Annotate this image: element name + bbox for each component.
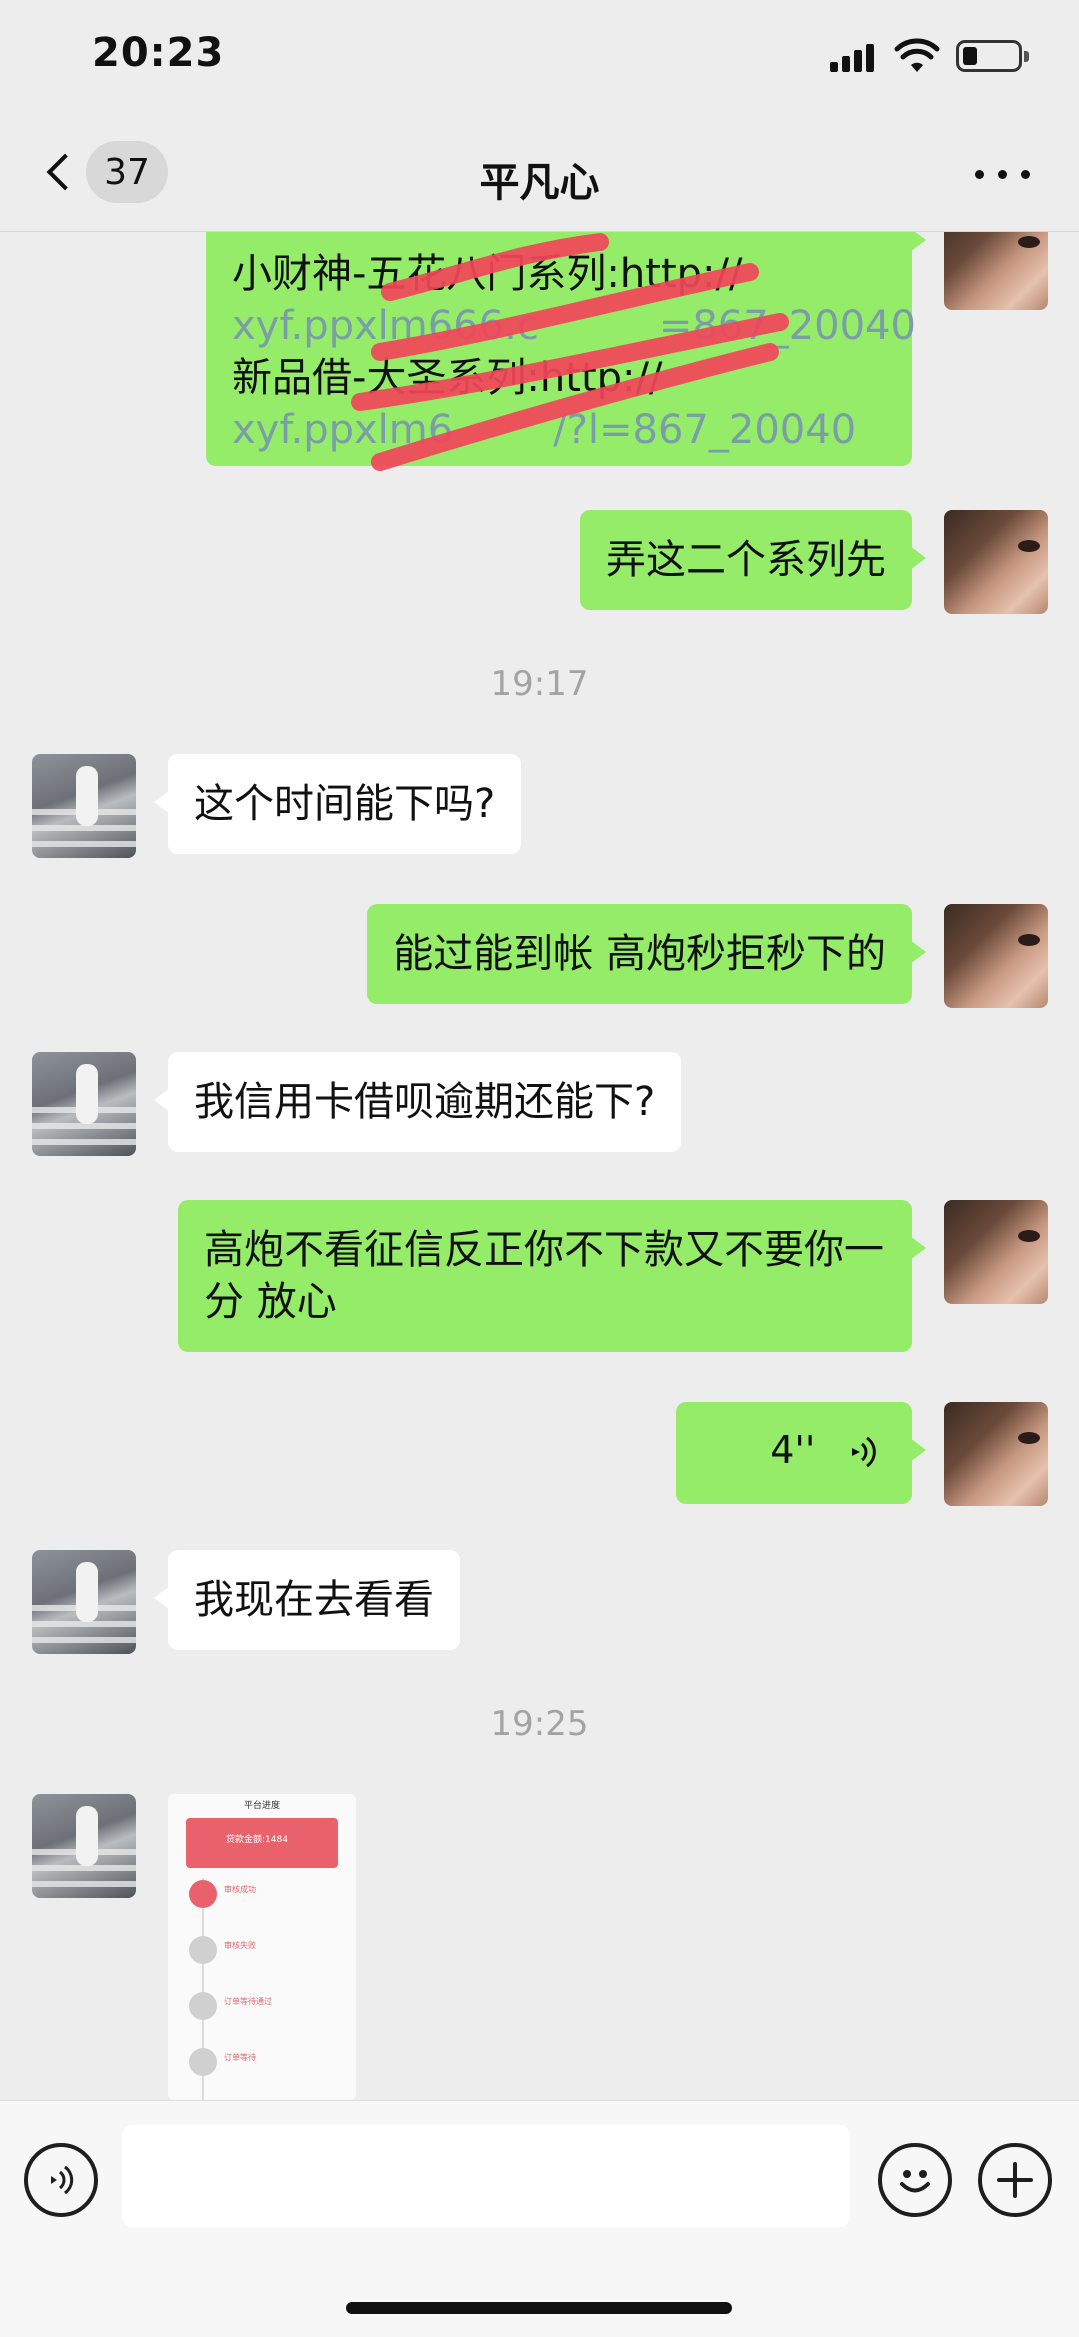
image-step: 审核失败 — [224, 1941, 256, 1950]
message-line: 小财神-五花八门系列:http:// — [232, 251, 743, 297]
voice-message-bubble[interactable]: 4'' — [676, 1402, 926, 1504]
voice-duration: 4'' — [770, 1428, 816, 1472]
image-card: 贷款金额:1484 — [186, 1818, 338, 1868]
message-link[interactable]: =867_20040 — [659, 303, 916, 349]
wifi-icon — [894, 38, 940, 72]
message-line: xyf.ppxlm666.c =867_20040 — [232, 300, 916, 352]
message-bubble-other[interactable]: 我信用卡借呗逾期还能下? — [153, 1052, 682, 1152]
message-bubble-me[interactable]: 高炮不看征信反正你不下款又不要你一分 放心 — [178, 1200, 926, 1352]
my-avatar[interactable] — [944, 904, 1048, 1008]
nav-bar: 37 平凡心 — [0, 120, 1079, 232]
home-indicator[interactable] — [346, 2302, 732, 2314]
my-avatar[interactable] — [944, 1200, 1048, 1304]
contact-avatar[interactable] — [32, 1550, 136, 1654]
message-bubble-me[interactable]: 小财神-五花八门系列:http:// xyf.ppxlm666.c =867_20… — [206, 232, 926, 466]
step-doc-icon — [189, 2048, 217, 2076]
timestamp: 19:25 — [490, 1704, 589, 1744]
image-title: 平台进度 — [243, 1801, 280, 1811]
image-card-text: 贷款金额:1484 — [226, 1835, 288, 1845]
step-cross-icon — [189, 1936, 217, 1964]
image-message[interactable]: 平台进度 贷款金额:1484 审核成功 审核失败 订单等待通过 订单等待 — [168, 1794, 356, 2100]
my-avatar[interactable] — [944, 510, 1048, 614]
chat-title: 平凡心 — [479, 160, 600, 206]
smiley-icon — [900, 2170, 930, 2193]
message-input[interactable] — [122, 2125, 850, 2227]
message-link[interactable]: /?l=867_20040 — [553, 407, 856, 453]
voice-input-button[interactable] — [24, 2143, 98, 2217]
timestamp: 19:17 — [490, 664, 589, 704]
message-link[interactable]: xyf.ppxlm666.c — [232, 303, 539, 349]
plus-icon — [997, 2162, 1033, 2198]
image-step: 订单等待通过 — [224, 1997, 272, 2006]
contact-avatar[interactable] — [32, 754, 136, 858]
message-bubble-other[interactable]: 我现在去看看 — [154, 1550, 460, 1650]
emoji-button[interactable] — [878, 2143, 952, 2217]
battery-icon — [956, 40, 1029, 72]
status-bar: 20:23 — [0, 0, 1079, 120]
voice-wave-icon — [852, 1436, 876, 1468]
more-actions-button[interactable] — [978, 2143, 1052, 2217]
my-avatar[interactable] — [944, 1402, 1048, 1506]
more-options-icon[interactable] — [975, 170, 1031, 180]
chat-scroll-area[interactable]: 小财神-五花八门系列:http:// xyf.ppxlm666.c =867_20… — [0, 232, 1079, 2100]
message-line: xyf.ppxlm6 /?l=867_20040 — [232, 404, 886, 456]
message-bubble-me[interactable]: 能过能到帐 高炮秒拒秒下的 — [367, 904, 926, 1004]
voice-icon — [51, 2165, 74, 2195]
my-avatar[interactable] — [944, 232, 1048, 310]
message-bubble-other[interactable]: 这个时间能下吗? — [153, 754, 522, 854]
signal-icon — [830, 44, 876, 72]
status-time: 20:23 — [92, 30, 225, 76]
image-step: 审核成功 — [224, 1885, 256, 1894]
contact-avatar[interactable] — [32, 1794, 136, 1898]
image-step: 订单等待 — [224, 2053, 256, 2062]
step-check-icon — [189, 1880, 217, 1908]
message-bubble-me[interactable]: 弄这二个系列先 — [580, 510, 926, 610]
step-plus-icon — [189, 1992, 217, 2020]
message-line: 新品借-大圣系列:http:// — [232, 355, 663, 401]
contact-avatar[interactable] — [32, 1052, 136, 1156]
message-link[interactable]: xyf.ppxlm6 — [232, 407, 453, 453]
